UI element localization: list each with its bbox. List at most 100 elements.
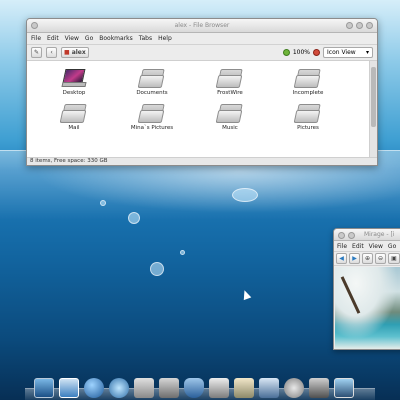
mirage-window-buttons (338, 232, 355, 239)
folder-icon (59, 102, 87, 124)
palm-tree-shape (340, 276, 361, 314)
back-button[interactable]: ‹ (46, 47, 58, 58)
menu-help[interactable]: Help (158, 35, 172, 42)
window-menu-button[interactable] (338, 232, 345, 239)
menu-view[interactable]: View (369, 243, 383, 250)
printer-icon[interactable] (209, 378, 229, 398)
folder-icon (137, 102, 165, 124)
mouse-cursor (240, 288, 252, 301)
file-item-music[interactable]: Music (191, 102, 269, 131)
location-button[interactable]: ■ alex (61, 47, 89, 58)
home-folder-icon: ■ (64, 49, 70, 56)
folder-icon (293, 67, 321, 89)
fit-button[interactable]: ▣ (388, 253, 400, 264)
minimize-button[interactable] (348, 232, 355, 239)
monitor-icon[interactable] (34, 378, 54, 398)
menu-view[interactable]: View (65, 35, 79, 42)
scrollbar-thumb[interactable] (371, 67, 376, 127)
menu-file[interactable]: File (337, 243, 347, 250)
folder-icon (215, 67, 243, 89)
file-item-documents[interactable]: Documents (113, 67, 191, 96)
network-icon[interactable] (259, 378, 279, 398)
file-item-label: FrostWire (217, 90, 243, 96)
wallpaper-bubble (180, 250, 185, 255)
shield-icon[interactable] (184, 378, 204, 398)
multimedia-icon[interactable] (159, 378, 179, 398)
folder-icon (137, 67, 165, 89)
zoom-level: 100% (292, 49, 310, 56)
window-left-buttons (31, 22, 38, 29)
mirage-window: Mirage - [i File Edit View Go He ◀ ▶ ⊕ ⊖… (333, 228, 400, 350)
zoom-in-icon: ⊕ (365, 255, 371, 262)
menu-file[interactable]: File (31, 35, 41, 42)
wallpaper-bubble (150, 262, 164, 276)
chevron-left-icon: ‹ (50, 49, 53, 56)
photo-icon[interactable] (334, 378, 354, 398)
zoom-out-icon: ⊖ (378, 255, 384, 262)
zoom-in-button[interactable]: ⊕ (362, 253, 374, 264)
file-item-label: Pictures (297, 125, 319, 131)
zoom-in-button[interactable] (282, 49, 290, 56)
file-item-pictures[interactable]: Pictures (269, 102, 347, 131)
file-item-minas-pictures[interactable]: Mina`s Pictures (113, 102, 191, 131)
menu-go[interactable]: Go (85, 35, 93, 42)
mirage-titlebar[interactable]: Mirage - [i (334, 229, 400, 241)
close-button[interactable] (366, 22, 373, 29)
menu-edit[interactable]: Edit (352, 243, 364, 250)
previous-image-button[interactable]: ◀ (336, 253, 347, 264)
dock (30, 368, 370, 398)
mirage-toolbar: ◀ ▶ ⊕ ⊖ ▣ (334, 252, 400, 266)
tools-icon[interactable] (134, 378, 154, 398)
desktop-icon (61, 67, 87, 89)
minimize-button[interactable] (346, 22, 353, 29)
gear-icon[interactable] (284, 378, 304, 398)
file-item-frostwire[interactable]: FrostWire (191, 67, 269, 96)
file-item-label: Documents (136, 90, 168, 96)
window-icon[interactable] (59, 378, 79, 398)
file-item-label: Mina`s Pictures (130, 125, 174, 131)
wallpaper-bubble (128, 212, 140, 224)
gecko-icon[interactable] (109, 378, 129, 398)
file-item-incomplete[interactable]: Incomplete (269, 67, 347, 96)
mirage-menubar: File Edit View Go He (334, 241, 400, 252)
fit-icon: ▣ (391, 255, 397, 262)
beach-image (335, 267, 400, 349)
menu-go[interactable]: Go (388, 243, 396, 250)
globe-icon[interactable] (84, 378, 104, 398)
pencil-icon: ✎ (34, 49, 40, 56)
vertical-scrollbar[interactable] (369, 61, 377, 159)
zoom-out-button[interactable] (313, 49, 320, 56)
menu-tabs[interactable]: Tabs (139, 35, 152, 42)
chevron-down-icon: ▾ (365, 49, 369, 56)
status-bar: 8 items, Free space: 330 GB (27, 157, 377, 165)
menu-bookmarks[interactable]: Bookmarks (99, 35, 133, 42)
file-browser-titlebar[interactable]: alex - File Browser (27, 19, 377, 33)
window-menu-button[interactable] (31, 22, 38, 29)
view-mode-value: Icon View (327, 49, 356, 56)
wallpaper-bubble (100, 200, 106, 206)
hard-drive-icon[interactable] (309, 378, 329, 398)
picture-icon[interactable] (234, 378, 254, 398)
zoom-out-button[interactable]: ⊖ (375, 253, 387, 264)
folder-icon (215, 102, 243, 124)
menu-edit[interactable]: Edit (47, 35, 59, 42)
next-image-button[interactable]: ▶ (349, 253, 360, 264)
wallpaper-bubble (232, 188, 258, 202)
file-browser-menubar: File Edit View Go Bookmarks Tabs Help (27, 33, 377, 45)
view-mode-select[interactable]: Icon View ▾ (323, 47, 373, 58)
file-item-label: Incomplete (292, 90, 324, 96)
maximize-button[interactable] (356, 22, 363, 29)
file-browser-toolbar: ✎ ‹ ■ alex 100% Icon View ▾ (27, 45, 377, 61)
window-controls (346, 22, 373, 29)
window-title: alex - File Browser (174, 22, 230, 29)
file-browser-window: alex - File Browser File Edit View Go Bo… (26, 18, 378, 166)
edit-location-button[interactable]: ✎ (31, 47, 43, 58)
file-view: Desktop Documents FrostWire Incomplete M… (27, 61, 371, 159)
file-item-desktop[interactable]: Desktop (35, 67, 113, 96)
arrow-right-icon: ▶ (352, 255, 357, 262)
file-item-mail[interactable]: Mail (35, 102, 113, 131)
file-item-label: Mail (68, 125, 80, 131)
folder-icon (293, 102, 321, 124)
zoom-controls: 100% Icon View ▾ (282, 47, 373, 58)
window-title: Mirage - [i (364, 231, 395, 238)
